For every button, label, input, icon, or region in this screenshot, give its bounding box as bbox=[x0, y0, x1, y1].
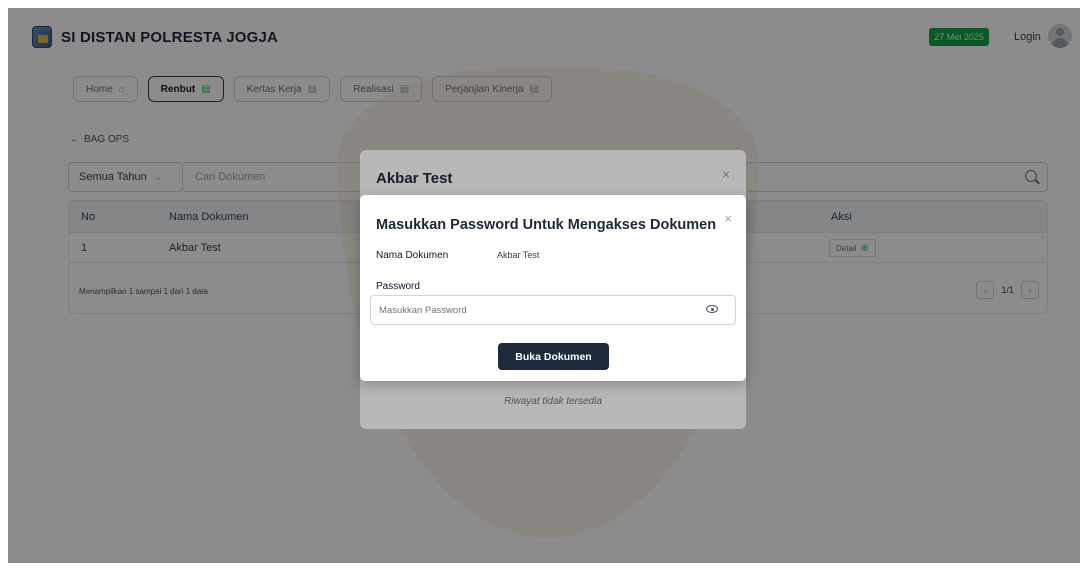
doc-name-label: Nama Dokumen bbox=[376, 250, 449, 261]
password-field[interactable] bbox=[370, 295, 736, 325]
password-modal-title: Masukkan Password Untuk Mengakses Dokume… bbox=[376, 217, 717, 233]
password-label: Password bbox=[376, 281, 420, 292]
password-modal: Masukkan Password Untuk Mengakses Dokume… bbox=[360, 195, 746, 381]
app-frame: SI DISTAN POLRESTA JOGJA 27 Mei 2025 Log… bbox=[8, 8, 1080, 563]
open-document-button[interactable]: Buka Dokumen bbox=[498, 343, 609, 370]
eye-icon[interactable] bbox=[706, 305, 718, 313]
close-icon[interactable]: × bbox=[724, 211, 732, 226]
doc-name-value: Akbar Test bbox=[497, 250, 540, 260]
